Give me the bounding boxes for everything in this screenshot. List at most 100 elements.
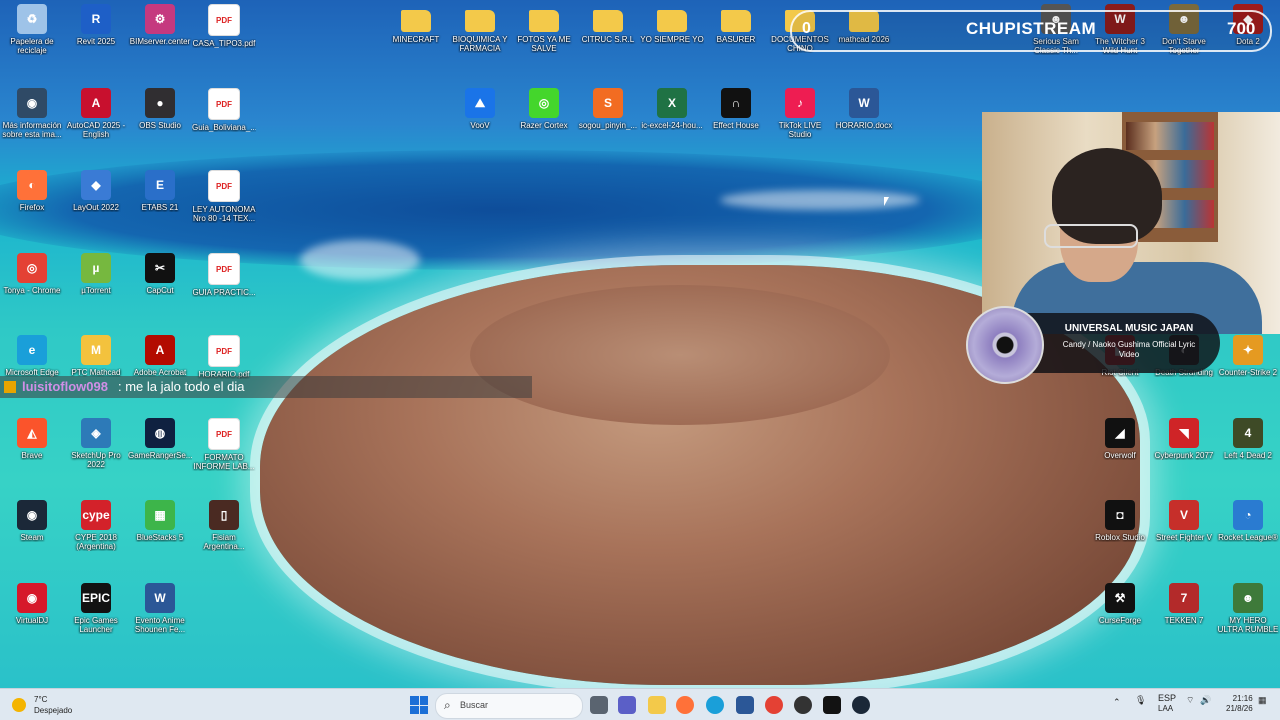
firefox-icon[interactable] <box>676 696 694 714</box>
desktop-icon-label: µTorrent <box>81 286 111 295</box>
app-icon: ✦ <box>1233 335 1263 365</box>
desktop-icon[interactable]: MINECRAFT <box>384 4 448 44</box>
tray-mic-icon[interactable]: 🎙 <box>1135 695 1146 706</box>
desktop-icon[interactable]: µ µTorrent <box>64 253 128 295</box>
desktop-icon[interactable]: ◭ Brave <box>0 418 64 460</box>
desktop-icon[interactable]: ◈ SketchUp Pro 2022 <box>64 418 128 469</box>
desktop-icon[interactable]: FOTOS YA ME SALVE <box>512 4 576 53</box>
desktop-icon[interactable]: M PTC Mathcad <box>64 335 128 377</box>
desktop-icon[interactable]: Ssogou_pinyin_... <box>576 88 640 130</box>
desktop-icon[interactable]: ◎ Razer Cortex <box>512 88 576 130</box>
desktop-icon-label: Cyberpunk 2077 <box>1154 451 1214 460</box>
desktop-icon[interactable]: e Microsoft Edge <box>0 335 64 377</box>
desktop-icon[interactable]: ♪ TikTok LIVE Studio <box>768 88 832 139</box>
desktop-icon[interactable]: ✦ Counter-Strike 2 <box>1216 335 1280 377</box>
island-plateau <box>470 285 890 425</box>
desktop-icon[interactable]: CITRUC S.R.L <box>576 4 640 44</box>
app-icon: A <box>145 335 175 365</box>
desktop-icon[interactable]: ✂ CapCut <box>128 253 192 295</box>
desktop-icon[interactable]: ◆ LayOut 2022 <box>64 170 128 212</box>
desktop-icon[interactable]: Xic-excel-24-hou... <box>640 88 704 130</box>
desktop-icon[interactable]: ▯ Fisiam Argentina... <box>192 500 256 551</box>
desktop-icon-label: sogou_pinyin_... <box>578 121 638 130</box>
desktop-icon[interactable]: A AutoCAD 2025 - English <box>64 88 128 139</box>
start-button[interactable] <box>410 696 428 714</box>
chrome-icon[interactable] <box>765 696 783 714</box>
desktop-icon[interactable]: PDF FORMATO INFORME LAB... <box>192 418 256 471</box>
desktop-icon[interactable]: ⚙ BIMserver.center <box>128 4 192 46</box>
app-icon: R <box>81 4 111 34</box>
chat-username: luisitoflow098 <box>22 379 108 394</box>
desktop-icon[interactable]: PDF LEY AUTONOMA Nro 80 -14 TEX... <box>192 170 256 223</box>
desktop-icon[interactable]: BIOQUIMICA Y FARMACIA <box>448 4 512 53</box>
desktop-icon[interactable]: E ETABS 21 <box>128 170 192 212</box>
mail-icon[interactable] <box>736 696 754 714</box>
desktop-icon-label: BlueStacks 5 <box>136 533 184 542</box>
desktop-icon[interactable]: BASURER <box>704 4 768 44</box>
notification-icon[interactable]: ▦ <box>1258 695 1267 706</box>
desktop-icon[interactable]: ▦ BlueStacks 5 <box>128 500 192 542</box>
desktop-icon-label: LEY AUTONOMA Nro 80 -14 TEX... <box>192 205 256 223</box>
task-view-icon[interactable] <box>590 696 608 714</box>
clock[interactable]: 21:16 21/8/26 <box>1226 694 1253 714</box>
desktop-icon[interactable]: ⛰ VooV <box>448 88 512 130</box>
desktop-icon[interactable]: PDF CASA_TIPO3.pdf <box>192 4 256 48</box>
desktop-icon-label: CurseForge <box>1098 616 1142 625</box>
desktop-icon[interactable]: V Street Fighter V <box>1152 500 1216 542</box>
app-icon: ◆ <box>81 170 111 200</box>
app-icon: ▯ <box>209 500 239 530</box>
app-icon: M <box>81 335 111 365</box>
desktop-icon[interactable]: ∩ Effect House <box>704 88 768 130</box>
language-indicator[interactable]: ESP <box>1158 693 1176 703</box>
desktop-icon[interactable]: PDF GUIA PRACTIC... <box>192 253 256 297</box>
desktop-icon[interactable]: 4 Left 4 Dead 2 <box>1216 418 1280 460</box>
app-icon: W <box>145 583 175 613</box>
taskbar-search[interactable]: ⌕ Buscar <box>435 693 583 719</box>
desktop-icon[interactable]: EPIC Epic Games Launcher <box>64 583 128 634</box>
desktop-icon[interactable]: ◉ Más información sobre esta ima... <box>0 88 64 139</box>
desktop-icon[interactable]: ◐ Firefox <box>0 170 64 212</box>
desktop-icon[interactable]: ◥ Cyberpunk 2077 <box>1152 418 1216 460</box>
taskbar: 7°C Despejado ⌕ Buscar ⌃ 🎙 ESP LAA ⌔ 🔊 2… <box>0 688 1280 720</box>
desktop-icon[interactable]: cype CYPE 2018 (Argentina) <box>64 500 128 551</box>
obs-icon[interactable] <box>794 696 812 714</box>
tray-chevron-icon[interactable]: ⌃ <box>1113 697 1121 708</box>
file-explorer-icon[interactable] <box>648 696 666 714</box>
app-icon: ✂ <box>145 253 175 283</box>
wifi-icon[interactable]: ⌔ <box>1186 695 1194 706</box>
desktop-icon[interactable]: ◉ VirtualDJ <box>0 583 64 625</box>
app-icon: ⚒ <box>1105 583 1135 613</box>
desktop-icon[interactable]: ◢ Overwolf <box>1088 418 1152 460</box>
epic-games-icon[interactable] <box>823 696 841 714</box>
desktop-icon[interactable]: YO SIEMPRE YO <box>640 4 704 44</box>
edge-icon[interactable] <box>706 696 724 714</box>
desktop-icon[interactable]: ◎ Tonya - Chrome <box>0 253 64 295</box>
steam-icon[interactable] <box>852 696 870 714</box>
teams-icon[interactable] <box>618 696 636 714</box>
desktop-icon[interactable]: ◉ Steam <box>0 500 64 542</box>
desktop-icon[interactable]: 7 TEKKEN 7 <box>1152 583 1216 625</box>
desktop-icon[interactable]: ♻ Papelera de reciclaje <box>0 4 64 55</box>
desktop-icon[interactable]: PDF Guia_Boliviana_... <box>192 88 256 132</box>
pdf-file-icon: PDF <box>208 88 240 120</box>
desktop-icon[interactable]: R Revit 2025 <box>64 4 128 46</box>
chat-message: luisitoflow098 : me la jalo todo el dia <box>0 376 532 398</box>
desktop-icon[interactable]: ◔ Rocket League® <box>1216 500 1280 542</box>
volume-icon[interactable]: 🔊 <box>1200 695 1211 706</box>
weather-widget[interactable]: 7°C Despejado <box>12 693 92 717</box>
desktop-icon-label: Fisiam Argentina... <box>203 533 245 551</box>
folder-icon <box>593 10 623 32</box>
album-disc-icon <box>966 306 1044 384</box>
desktop-icon[interactable]: ● OBS Studio <box>128 88 192 130</box>
desktop-icon[interactable]: A Adobe Acrobat <box>128 335 192 377</box>
pdf-file-icon: PDF <box>208 4 240 36</box>
desktop-icon[interactable]: W HORARIO.docx <box>832 88 896 130</box>
desktop-icon[interactable]: ◘ Roblox Studio <box>1088 500 1152 542</box>
desktop-icon[interactable]: ⚒ CurseForge <box>1088 583 1152 625</box>
desktop-icon[interactable]: W Evento Anime Shounen Fe... <box>128 583 192 634</box>
app-icon: ◘ <box>1105 500 1135 530</box>
search-placeholder: Buscar <box>460 700 489 710</box>
desktop-icon[interactable]: ◍ GameRangerSe... <box>128 418 192 460</box>
desktop-icon[interactable]: PDF HORARIO.pdf <box>192 335 256 379</box>
desktop-icon[interactable]: ☻ MY HERO ULTRA RUMBLE <box>1216 583 1280 634</box>
